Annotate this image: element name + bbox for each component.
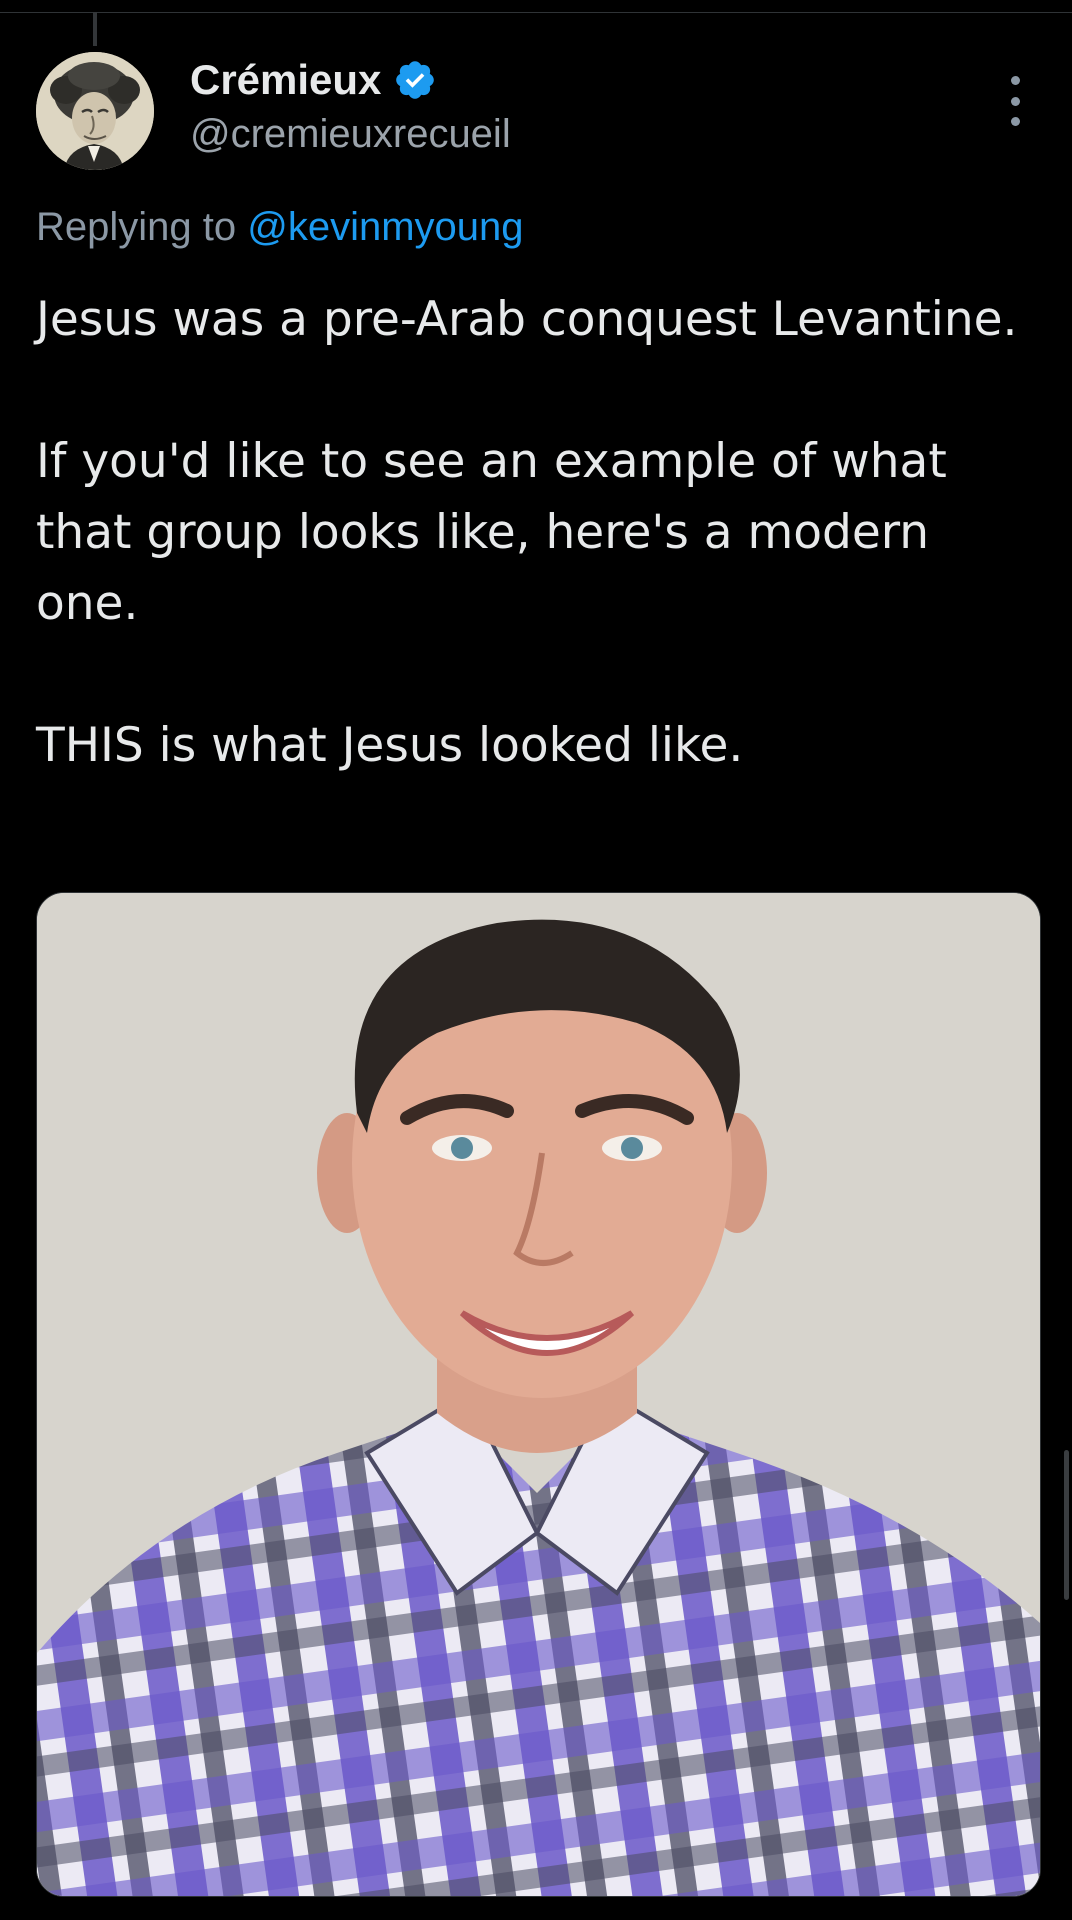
- author-handle[interactable]: @cremieuxrecueil: [190, 108, 511, 160]
- verified-badge-icon: [393, 58, 437, 102]
- tweet-photo[interactable]: [36, 892, 1041, 1897]
- tweet-paragraph: Jesus was a pre-Arab conquest Levantine.: [36, 292, 1018, 347]
- thread-connector-line: [93, 12, 97, 46]
- top-divider: [0, 12, 1072, 13]
- more-vertical-icon[interactable]: [1000, 76, 1030, 126]
- scrollbar-thumb[interactable]: [1064, 1450, 1069, 1600]
- replying-to-prefix: Replying to: [36, 205, 237, 249]
- tweet-text: Jesus was a pre-Arab conquest Levantine.…: [36, 284, 1036, 781]
- author-display-name[interactable]: Crémieux: [190, 52, 381, 108]
- tweet-paragraph: THIS is what Jesus looked like.: [36, 718, 744, 773]
- photo-illustration: [37, 893, 1040, 1896]
- avatar-illustration: [36, 52, 154, 170]
- more-dot: [1010, 96, 1020, 106]
- avatar[interactable]: [36, 52, 154, 170]
- more-dot: [1010, 76, 1020, 85]
- replying-to-mention-link[interactable]: @kevinmyoung: [247, 205, 523, 249]
- more-dot: [1010, 117, 1020, 126]
- tweet-paragraph: If you'd like to see an example of what …: [36, 434, 947, 631]
- author-name-row[interactable]: Crémieux: [190, 52, 437, 108]
- replying-to-line: Replying to @kevinmyoung: [36, 200, 524, 254]
